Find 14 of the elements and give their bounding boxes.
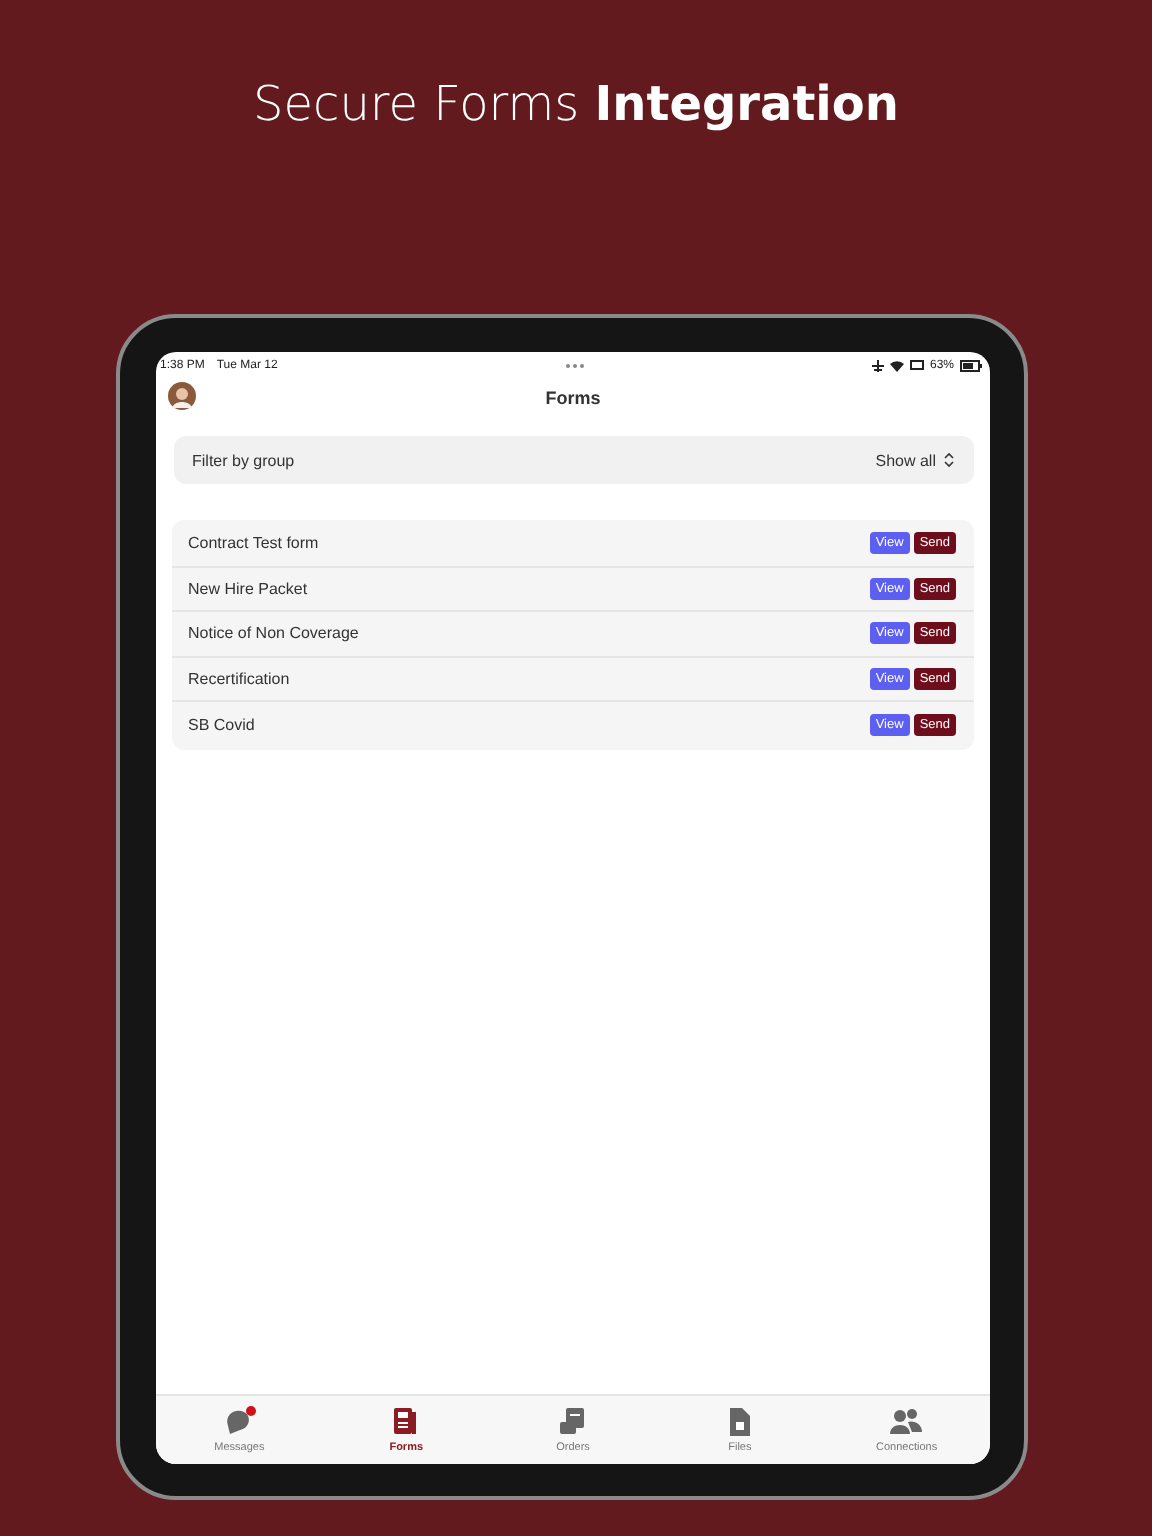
group-picker[interactable]: Show all	[875, 451, 954, 469]
form-name: Notice of Non Coverage	[188, 624, 361, 643]
avatar[interactable]	[168, 382, 196, 410]
chevron-up-down-icon	[944, 452, 954, 468]
page-title: Forms	[545, 388, 601, 408]
form-name: New Hire Packet	[188, 579, 310, 598]
people-icon	[890, 1406, 923, 1438]
form-name: Contract Test form	[188, 534, 321, 553]
wifi-icon	[889, 360, 904, 372]
headline: Secure Forms Integration	[251, 74, 901, 136]
form-name: Recertification	[188, 670, 292, 689]
filter-label: Filter by group	[192, 451, 295, 469]
battery-icon	[960, 360, 982, 372]
form-name: SB Covid	[188, 716, 257, 735]
